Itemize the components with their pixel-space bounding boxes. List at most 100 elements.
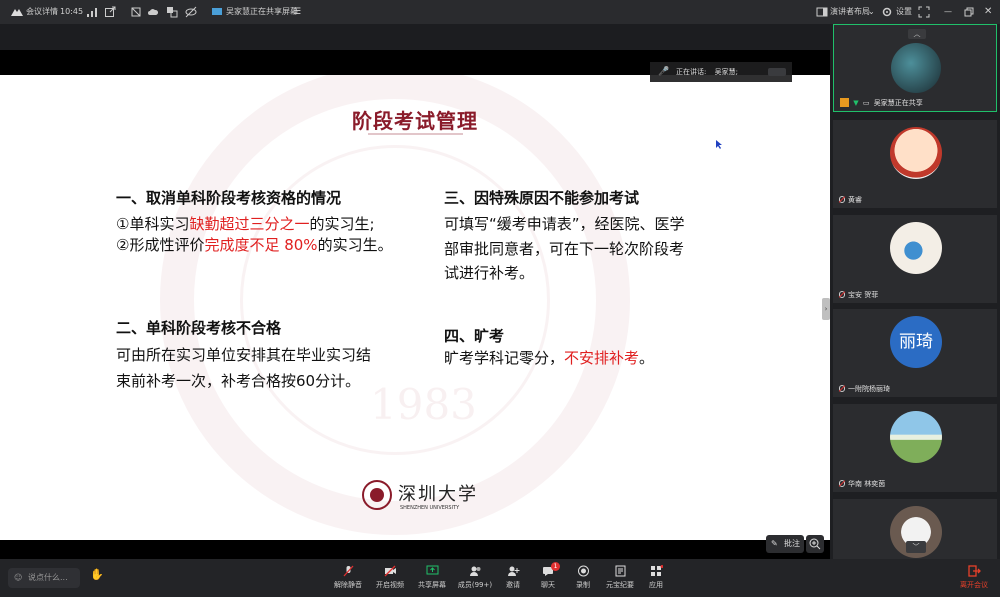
university-seal-logo <box>362 480 392 510</box>
share-screen-icon <box>426 565 438 575</box>
microphone-icon: 🎤 <box>658 67 670 77</box>
watermark-year: 1983 <box>370 380 477 429</box>
mic-muted-icon <box>839 196 845 203</box>
record-icon <box>577 565 589 577</box>
avatar <box>891 43 941 93</box>
letterbox-bottom <box>0 540 830 559</box>
section-1-heading: 一、取消单科阶段考核资格的情况 <box>116 189 342 207</box>
invite-icon <box>507 566 519 576</box>
gear-icon[interactable] <box>881 6 893 18</box>
speaking-indicator: 🎤 正在讲话: 吴家慧; <box>650 62 792 82</box>
minutes-icon <box>615 565 625 577</box>
leave-meeting-button[interactable]: 离开会议 <box>955 565 993 590</box>
chat-input[interactable]: ☺ 说点什么... <box>8 568 80 588</box>
participant-name: 华南 林奕茵 <box>839 479 885 489</box>
participant-tile[interactable]: 丽琦 一附院杨丽琦 <box>833 309 997 397</box>
zoom-in-icon <box>809 538 821 550</box>
popout-icon[interactable] <box>104 6 116 18</box>
mic-muted-icon <box>839 480 845 487</box>
participant-tile[interactable]: ﹀ <box>833 499 997 559</box>
section-3-line-3: 试进行补考。 <box>444 264 535 282</box>
mic-muted-icon <box>839 291 845 298</box>
zoom-button[interactable] <box>806 535 824 553</box>
pen-icon: ✎ <box>771 539 778 548</box>
layout-icon[interactable] <box>816 6 828 18</box>
minimize-button[interactable]: — <box>944 0 952 24</box>
section-2-heading: 二、单科阶段考核不合格 <box>116 319 282 337</box>
meeting-details-link[interactable]: 会议详情 <box>26 0 58 24</box>
speaking-label: 正在讲话: <box>676 68 707 76</box>
translate-icon[interactable] <box>166 6 178 18</box>
cloud-icon[interactable] <box>147 6 159 18</box>
speaking-name: 吴家慧; <box>714 68 738 76</box>
raise-hand-icon[interactable]: ✋ <box>90 568 104 581</box>
participant-tile[interactable]: 黄睿 <box>833 120 997 208</box>
chevron-down-icon[interactable]: ﹀ <box>906 541 926 553</box>
section-1-line-2: ②形成性评价完成度不足 80%的实习生。 <box>116 236 393 254</box>
close-window-button[interactable]: ✕ <box>984 0 992 24</box>
title-underline <box>368 133 463 135</box>
section-3-line-2: 部审批同意者，可在下一轮次阶段考 <box>444 240 685 258</box>
mic-muted-icon <box>839 385 845 392</box>
clock-time: 10:45 <box>60 7 84 16</box>
sharing-menu-icon[interactable]: ☰ <box>293 0 301 24</box>
ai-minutes-button[interactable]: 元宝纪要 <box>601 565 639 590</box>
participant-tile[interactable]: 宝安 贺菲 <box>833 215 997 303</box>
chevron-up-icon[interactable]: ︿ <box>908 29 926 39</box>
mouse-cursor-icon <box>716 140 722 149</box>
start-video-button[interactable]: 开启视频 <box>373 565 407 590</box>
section-2-line-2: 束前补考一次，补考合格按60分计。 <box>116 372 361 390</box>
chat-button[interactable]: 聊天 1 <box>531 562 565 590</box>
sound-wave-icon <box>768 68 786 76</box>
share-screen-button[interactable]: 共享屏幕 <box>415 565 449 590</box>
chat-input-placeholder: 说点什么... <box>28 573 68 582</box>
video-off-icon <box>384 565 396 577</box>
members-button[interactable]: 成员(99+) <box>455 565 495 590</box>
audio-active-icon: ▼ <box>853 99 859 107</box>
mic-muted-icon <box>343 565 353 577</box>
section-2-line-1: 可由所在实习单位安排其在毕业实习结 <box>116 346 372 364</box>
section-3-heading: 三、因特殊原因不能参加考试 <box>444 189 640 207</box>
presentation-slide: 1983 阶段考试管理 一、取消单科阶段考核资格的情况 ①单科实习缺勤超过三分之… <box>0 75 830 540</box>
share-icon: ▭ <box>862 99 870 107</box>
participant-tile[interactable]: 华南 林奕茵 <box>833 404 997 492</box>
section-4-line: 旷考学科记零分，不安排补考。 <box>444 349 655 367</box>
section-3-line-1: 可填写“缓考申请表”，经医院、医学 <box>444 215 685 233</box>
university-name-en: SHENZHEN UNIVERSITY <box>400 505 460 511</box>
chevron-down-icon[interactable]: ⌄ <box>868 0 875 24</box>
screen-share-icon <box>212 8 222 15</box>
avatar <box>890 222 942 274</box>
avatar <box>890 127 942 179</box>
unmute-button[interactable]: 解除静音 <box>331 565 365 590</box>
hide-icon[interactable] <box>185 6 197 18</box>
annotate-button[interactable]: ✎ 批注 <box>766 535 804 553</box>
participant-name: 黄睿 <box>839 195 862 205</box>
smile-icon: ☺ <box>14 573 23 582</box>
chat-unread-badge: 1 <box>551 562 560 571</box>
host-icon <box>840 98 849 107</box>
participant-tile[interactable]: ︿ ▼ ▭ 吴家慧正在共享 <box>833 24 997 112</box>
panel-collapse-handle[interactable]: › <box>822 298 830 320</box>
settings-button[interactable]: 设置 <box>896 0 912 24</box>
participants-panel: ︿ ▼ ▭ 吴家慧正在共享 黄睿 宝安 贺菲 丽琦 一附院杨丽琦 华南 林奕茵 … <box>830 24 1000 559</box>
avatar: 丽琦 <box>890 316 942 368</box>
sharing-status: 吴家慧正在共享屏幕 <box>226 7 298 16</box>
invite-button[interactable]: 邀请 <box>496 565 530 590</box>
restore-icon[interactable] <box>963 6 975 18</box>
record-button[interactable]: 录制 <box>566 565 600 590</box>
participant-name: 一附院杨丽琦 <box>839 384 890 394</box>
no-disturb-icon[interactable] <box>130 6 142 18</box>
annotate-label: 批注 <box>784 539 800 548</box>
apps-button[interactable]: 应用 <box>639 565 673 590</box>
participant-name: 宝安 贺菲 <box>839 290 878 300</box>
bottom-toolbar: ☺ 说点什么... ✋ 解除静音 开启视频 共享屏幕 成员(99+) 邀请 聊天… <box>0 559 1000 597</box>
fullscreen-icon[interactable] <box>918 6 930 18</box>
section-4-heading: 四、旷考 <box>444 327 505 345</box>
speaker-layout-button[interactable]: 演讲者布局 <box>830 0 870 24</box>
university-name-cn: 深圳大学 <box>398 484 478 505</box>
avatar <box>890 411 942 463</box>
top-bar: 会议详情 10:45 吴家慧正在共享屏幕 ☰ 演讲者布局 ⌄ 设置 — ✕ <box>0 0 1000 24</box>
signal-icon <box>87 8 97 17</box>
participant-name: ▼ ▭ 吴家慧正在共享 <box>840 98 923 108</box>
leave-icon <box>967 565 981 577</box>
